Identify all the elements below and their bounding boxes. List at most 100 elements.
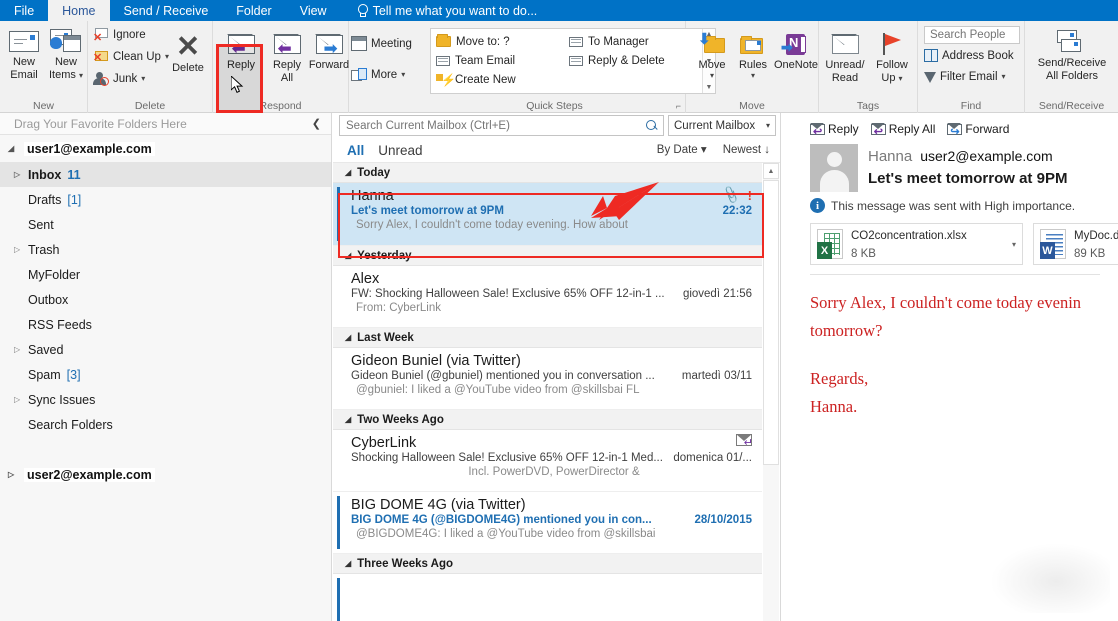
table-row[interactable]: CyberLink Shocking Halloween Sale! Exclu… <box>333 430 762 492</box>
more-button[interactable]: More ▾ <box>351 68 405 82</box>
scroll-up-icon[interactable]: ▲ <box>763 163 779 179</box>
group-label-delete: Delete <box>88 100 212 112</box>
quickstep-reply-delete-label: Reply & Delete <box>588 55 665 67</box>
reading-forward-button[interactable]: ↪ Forward <box>947 122 1009 136</box>
quickstep-team-email[interactable]: Team Email <box>436 55 564 67</box>
sidebar-item-sent[interactable]: Sent <box>0 212 331 237</box>
new-email-button[interactable]: New Email <box>2 26 46 82</box>
table-row[interactable] <box>333 574 762 621</box>
group-header-three-weeks-ago[interactable]: ◢ Three Weeks Ago <box>333 554 762 574</box>
message-preview: From: CyberLink <box>351 302 752 314</box>
sidebar-item-myfolder[interactable]: MyFolder <box>0 262 331 287</box>
message-list-scrollbar[interactable]: ▲ <box>763 163 779 621</box>
chevron-right-icon[interactable]: ▷ <box>14 170 22 179</box>
group-label-tags: Tags <box>819 100 917 112</box>
group-label-send-receive: Send/Receive <box>1025 100 1118 112</box>
quickstep-to-manager[interactable]: To Manager <box>569 36 692 48</box>
attachment-item[interactable]: W MyDoc.docx 89 KB <box>1033 223 1118 265</box>
group-header-last-week[interactable]: ◢ Last Week <box>333 328 762 348</box>
search-people-field[interactable] <box>924 26 1020 44</box>
reply-button[interactable]: ⬅ Reply <box>219 29 263 72</box>
group-header-two-weeks-ago[interactable]: ◢ Two Weeks Ago <box>333 410 762 430</box>
tab-home[interactable]: Home <box>48 0 109 21</box>
quickstep-move-to[interactable]: Move to: ? <box>436 36 564 48</box>
reading-reply-button[interactable]: ↩ Reply <box>810 122 859 136</box>
sidebar-item-search-folders[interactable]: Search Folders <box>0 412 331 437</box>
sidebar-item-rss-feeds[interactable]: RSS Feeds <box>0 312 331 337</box>
table-row[interactable]: BIG DOME 4G (via Twitter) BIG DOME 4G (@… <box>333 492 762 554</box>
filter-all-tab[interactable]: All <box>347 143 364 158</box>
quick-steps-gallery[interactable]: Move to: ? Team Email ⚡ Create New <box>430 28 716 94</box>
sender-name: CyberLink <box>351 435 416 451</box>
table-row[interactable]: 📎 ! Hanna Let's meet tomorrow at 9PM 22:… <box>333 183 762 246</box>
row-badges <box>736 434 752 446</box>
search-people-input[interactable] <box>930 29 1014 41</box>
quicksteps-dialog-launcher[interactable]: ⌐ <box>676 101 681 111</box>
group-header-yesterday[interactable]: ◢ Yesterday <box>333 246 762 266</box>
onenote-button[interactable]: ➡ OneNote <box>771 29 821 72</box>
sidebar-item-spam[interactable]: Spam [3] <box>0 362 331 387</box>
collapse-triangle-icon: ◢ <box>345 415 351 424</box>
collapse-pane-icon[interactable]: ❮ <box>312 117 321 130</box>
follow-up-button[interactable]: Follow Up ▾ <box>869 29 915 85</box>
search-scope-dropdown[interactable]: Current Mailbox ▾ <box>668 115 776 136</box>
filter-unread-tab[interactable]: Unread <box>378 143 422 158</box>
forward-button[interactable]: ➡ Forward <box>305 29 353 72</box>
more-label: More <box>371 69 397 81</box>
attachment-item[interactable]: X CO2concentration.xlsx 8 KB ▾ <box>810 223 1023 265</box>
chevron-right-icon[interactable]: ▷ <box>14 395 22 404</box>
message-subject: Let's meet tomorrow at 9PM <box>868 170 1067 187</box>
reading-reply-all-button[interactable]: ↩ Reply All <box>871 122 936 136</box>
quickstep-create-new[interactable]: ⚡ Create New <box>436 74 564 86</box>
rules-button[interactable]: Rules ▾ <box>731 29 775 80</box>
sidebar-item-trash[interactable]: ▷ Trash <box>0 237 331 262</box>
account-header-user2[interactable]: ▷ user2@example.com <box>0 461 331 488</box>
chevron-right-icon[interactable]: ▷ <box>8 470 17 479</box>
sidebar-item-saved[interactable]: ▷ Saved <box>0 337 331 362</box>
ignore-icon: ✕ <box>93 28 109 41</box>
tell-me-search[interactable]: Tell me what you want to do... <box>341 0 538 21</box>
search-icon[interactable] <box>646 120 657 131</box>
junk-button[interactable]: Junk ▾ <box>93 72 145 86</box>
attachment-size: 89 KB <box>1074 248 1105 260</box>
chevron-down-icon[interactable]: ▾ <box>1012 240 1016 249</box>
send-receive-all-folders-button[interactable]: Send/Receive All Folders <box>1029 27 1115 83</box>
reply-all-label-1: Reply <box>273 59 301 72</box>
tab-send-receive[interactable]: Send / Receive <box>110 0 223 21</box>
collapse-triangle-icon: ◢ <box>345 559 351 568</box>
table-row[interactable]: Alex FW: Shocking Halloween Sale! Exclus… <box>333 266 762 328</box>
sort-by-dropdown[interactable]: By Date ▾ <box>657 144 707 157</box>
chevron-right-icon[interactable]: ▷ <box>14 245 22 254</box>
message-preview: Incl. PowerDVD, PowerDirector & <box>351 466 752 478</box>
move-button[interactable]: ⬇ Move ▾ <box>690 29 734 80</box>
sort-order-toggle[interactable]: Newest ↓ <box>723 144 770 156</box>
subject-line: FW: Shocking Halloween Sale! Exclusive 6… <box>351 288 665 300</box>
sidebar-item-sync-issues[interactable]: ▷ Sync Issues <box>0 387 331 412</box>
quickstep-reply-delete[interactable]: Reply & Delete <box>569 55 692 67</box>
group-header-today[interactable]: ◢ Today <box>333 163 762 183</box>
search-input[interactable] <box>346 120 642 132</box>
team-email-icon <box>436 56 450 66</box>
meeting-button[interactable]: Meeting <box>351 36 412 51</box>
address-book-button[interactable]: Address Book <box>924 49 1014 62</box>
chevron-right-icon[interactable]: ▷ <box>14 345 22 354</box>
new-items-button[interactable]: New Items ▾ <box>44 26 88 82</box>
sidebar-item-inbox[interactable]: ▷ Inbox 11 <box>0 162 331 187</box>
sidebar-item-drafts[interactable]: Drafts [1] <box>0 187 331 212</box>
tab-folder[interactable]: Folder <box>222 0 285 21</box>
ignore-button[interactable]: ✕ Ignore <box>93 28 146 41</box>
tab-view[interactable]: View <box>286 0 341 21</box>
clean-up-button[interactable]: ✕ Clean Up ▾ <box>93 50 169 63</box>
search-mailbox-field[interactable] <box>339 115 664 136</box>
sidebar-item-outbox[interactable]: Outbox <box>0 287 331 312</box>
table-row[interactable]: Gideon Buniel (via Twitter) Gideon Bunie… <box>333 348 762 410</box>
account-header-user1[interactable]: ◢ user1@example.com <box>0 135 331 162</box>
delete-button[interactable]: ✕ Delete <box>166 32 210 75</box>
expand-triangle-icon: ◢ <box>8 144 17 153</box>
importance-notice: i This message was sent with High import… <box>782 192 1118 213</box>
scrollbar-thumb[interactable] <box>763 180 779 465</box>
tab-file[interactable]: File <box>0 0 48 21</box>
reply-all-button[interactable]: ⬅ Reply All <box>265 29 309 85</box>
unread-read-button[interactable]: Unread/ Read <box>821 29 869 85</box>
filter-email-button[interactable]: Filter Email ▾ <box>924 71 1006 83</box>
